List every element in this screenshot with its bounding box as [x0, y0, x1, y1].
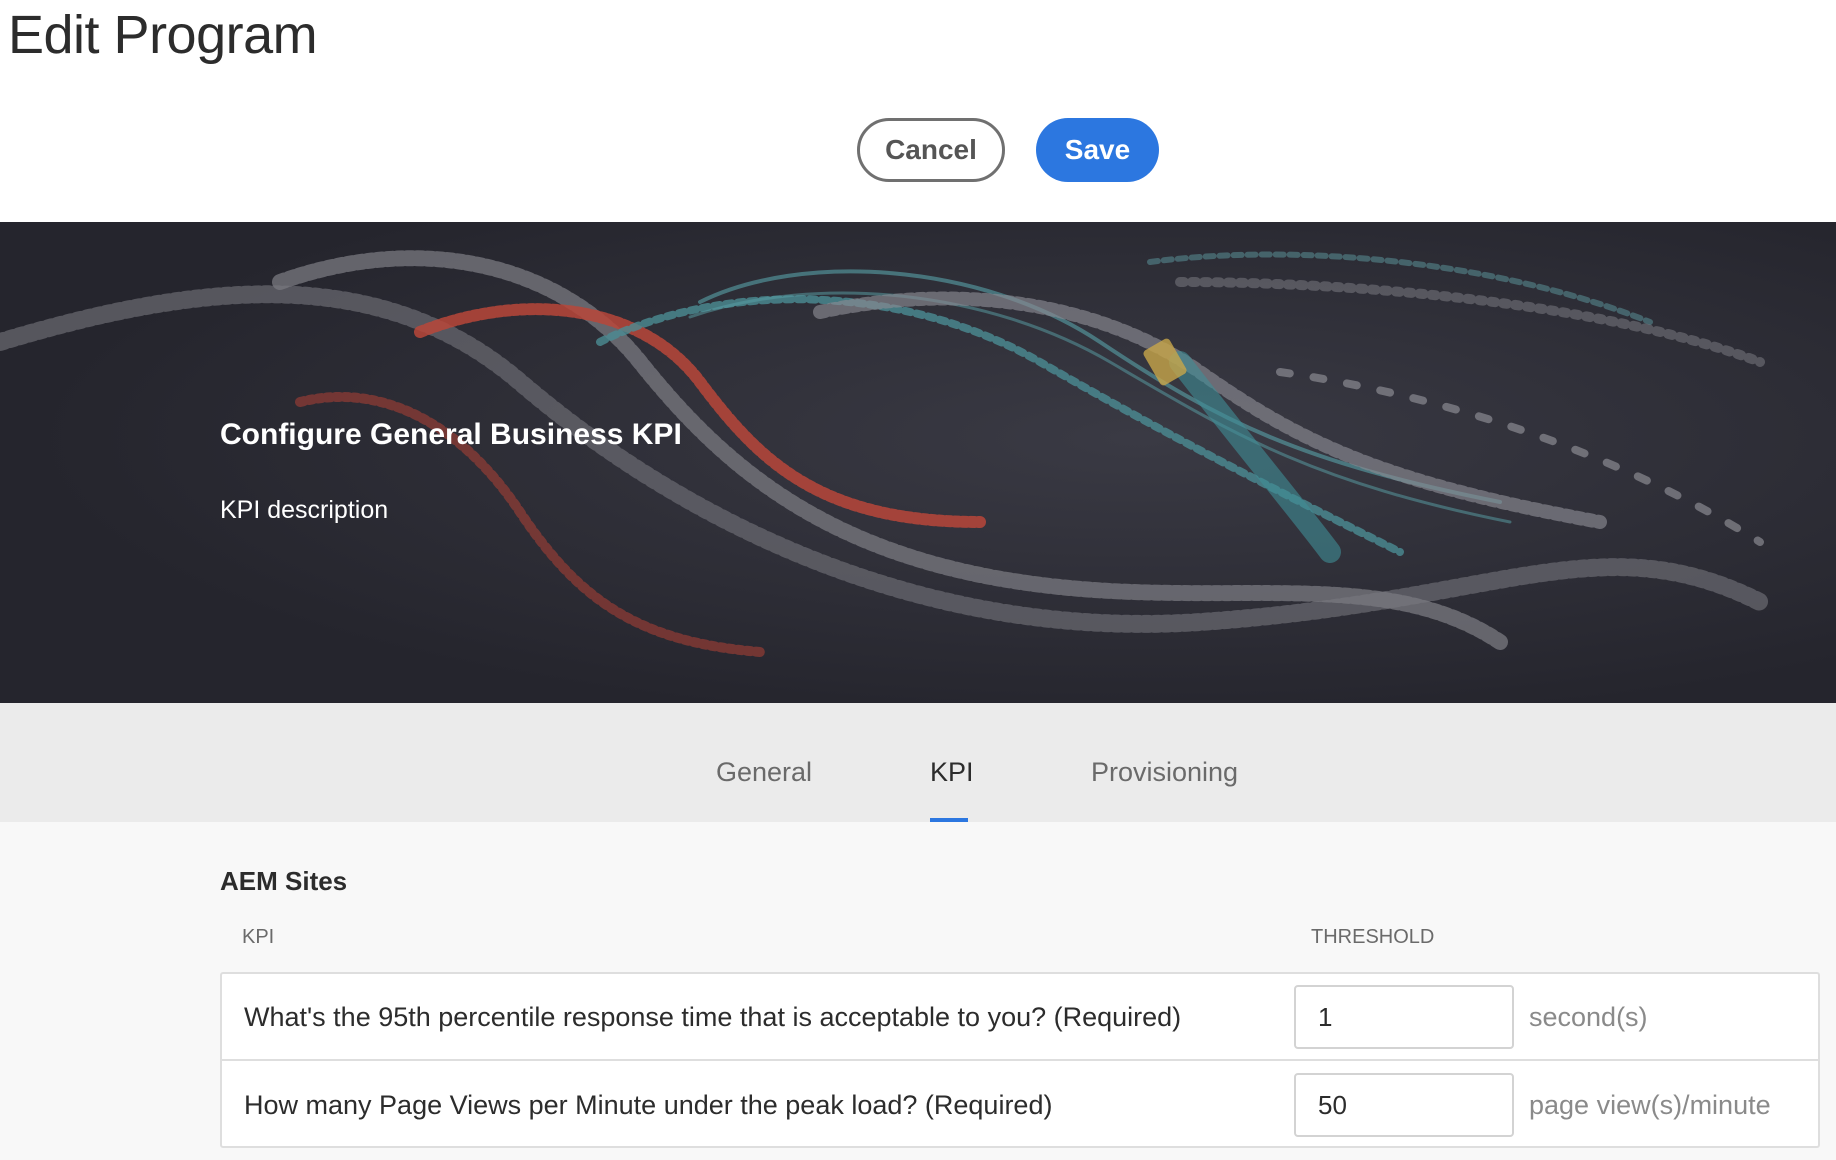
kpi-section: AEM Sites KPI THRESHOLD What's the 95th …	[0, 822, 1836, 1160]
table-row: How many Page Views per Minute under the…	[222, 1062, 1818, 1149]
kpi-question: How many Page Views per Minute under the…	[244, 1090, 1053, 1120]
hero-background-artwork	[0, 222, 1836, 703]
kpi-question: What's the 95th percentile response time…	[244, 1002, 1182, 1032]
kpi-table: What's the 95th percentile response time…	[220, 972, 1820, 1148]
column-header-kpi: KPI	[242, 926, 275, 948]
section-title: AEM Sites	[220, 866, 348, 896]
hero-banner: Configure General Business KPI KPI descr…	[0, 222, 1836, 703]
tab-general[interactable]: General	[716, 757, 812, 788]
tab-bar: General KPI Provisioning	[0, 703, 1836, 822]
page-title: Edit Program	[8, 5, 318, 65]
tab-kpi[interactable]: KPI	[930, 757, 974, 788]
hero-title: Configure General Business KPI	[220, 418, 682, 451]
tab-provisioning[interactable]: Provisioning	[1091, 757, 1238, 788]
hero-description: KPI description	[220, 496, 389, 524]
threshold-unit: page view(s)/minute	[1529, 1090, 1771, 1120]
threshold-unit: second(s)	[1529, 1002, 1648, 1032]
page-views-threshold-input[interactable]	[1294, 1073, 1514, 1137]
cancel-button[interactable]: Cancel	[857, 118, 1005, 182]
response-time-threshold-input[interactable]	[1294, 985, 1514, 1049]
column-header-threshold: THRESHOLD	[1311, 926, 1435, 948]
table-row: What's the 95th percentile response time…	[222, 974, 1818, 1061]
save-button[interactable]: Save	[1036, 118, 1159, 182]
